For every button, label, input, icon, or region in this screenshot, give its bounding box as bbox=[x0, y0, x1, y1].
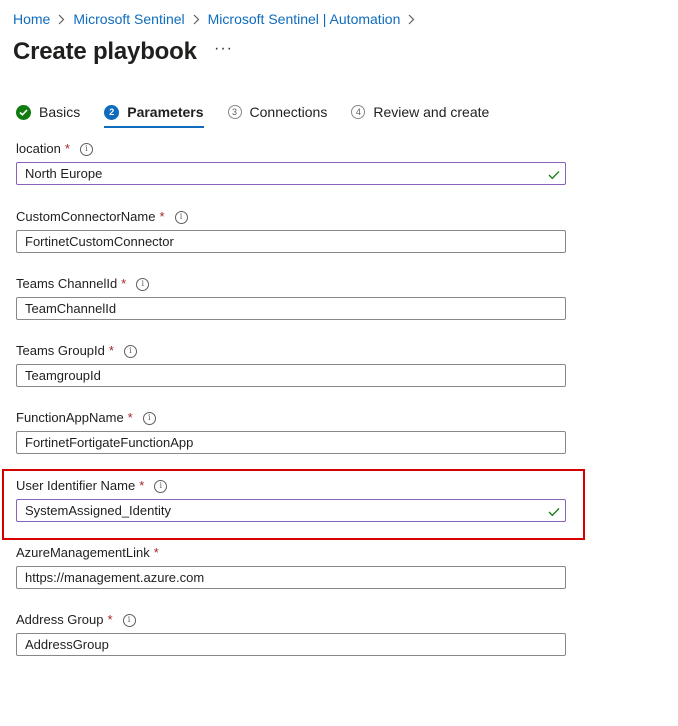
field-label-row: Teams GroupId * i bbox=[16, 343, 566, 359]
field-label-row: location * i bbox=[16, 141, 566, 157]
step-number-3: 3 bbox=[227, 105, 242, 119]
breadcrumb-sentinel-automation[interactable]: Microsoft Sentinel | Automation bbox=[208, 10, 401, 28]
field-label-row: User Identifier Name * i bbox=[16, 478, 566, 494]
field-label: Address Group bbox=[16, 612, 104, 627]
breadcrumb-home[interactable]: Home bbox=[13, 10, 50, 28]
address-group-field: Address Group * i AddressGroup bbox=[16, 612, 566, 656]
tab-connections[interactable]: 3 Connections bbox=[227, 101, 328, 123]
custom-connector-name-input[interactable]: FortinetCustomConnector bbox=[16, 230, 566, 253]
azure-management-link-field: AzureManagementLink * https://management… bbox=[16, 545, 566, 589]
tab-parameters[interactable]: 2 Parameters bbox=[104, 101, 204, 128]
location-input[interactable]: North Europe bbox=[16, 162, 566, 185]
required-asterisk: * bbox=[64, 141, 70, 156]
tab-label: Review and create bbox=[373, 104, 490, 120]
function-app-name-field: FunctionAppName * i FortinetFortigateFun… bbox=[16, 410, 566, 454]
location-field: location * i North Europe bbox=[16, 141, 566, 185]
tab-label: Connections bbox=[249, 104, 328, 120]
field-label: Teams GroupId bbox=[16, 343, 105, 358]
required-asterisk: * bbox=[108, 343, 114, 358]
field-label-row: Address Group * i bbox=[16, 612, 566, 628]
user-identifier-name-input[interactable]: SystemAssigned_Identity bbox=[16, 499, 566, 522]
breadcrumb-microsoft-sentinel[interactable]: Microsoft Sentinel bbox=[73, 10, 184, 28]
breadcrumb: Home Microsoft Sentinel Microsoft Sentin… bbox=[13, 10, 423, 28]
address-group-input[interactable]: AddressGroup bbox=[16, 633, 566, 656]
function-app-name-input[interactable]: FortinetFortigateFunctionApp bbox=[16, 431, 566, 454]
chevron-right-icon bbox=[58, 14, 65, 25]
field-label-row: Teams ChannelId * i bbox=[16, 276, 566, 292]
more-options-button[interactable]: ··· bbox=[214, 40, 233, 58]
required-asterisk: * bbox=[127, 410, 133, 425]
field-label-row: CustomConnectorName * i bbox=[16, 209, 566, 225]
checkmark-icon bbox=[548, 167, 560, 185]
tab-basics[interactable]: Basics bbox=[16, 101, 80, 123]
azure-management-link-input[interactable]: https://management.azure.com bbox=[16, 566, 566, 589]
info-icon[interactable]: i bbox=[136, 277, 150, 291]
field-label: Teams ChannelId bbox=[16, 276, 118, 291]
tab-label: Basics bbox=[39, 104, 81, 120]
info-icon[interactable]: i bbox=[122, 613, 136, 627]
info-icon[interactable]: i bbox=[174, 210, 188, 224]
teams-channel-id-input[interactable]: TeamChannelId bbox=[16, 297, 566, 320]
chevron-right-icon bbox=[408, 14, 415, 25]
info-icon[interactable]: i bbox=[79, 142, 93, 156]
info-icon[interactable]: i bbox=[142, 411, 156, 425]
teams-group-id-input[interactable]: TeamgroupId bbox=[16, 364, 566, 387]
field-label: AzureManagementLink bbox=[16, 545, 150, 560]
field-label: CustomConnectorName bbox=[16, 209, 156, 224]
teams-group-id-field: Teams GroupId * i TeamgroupId bbox=[16, 343, 566, 387]
custom-connector-name-field: CustomConnectorName * i FortinetCustomCo… bbox=[16, 209, 566, 253]
page-title: Create playbook bbox=[13, 38, 197, 65]
field-label-row: FunctionAppName * i bbox=[16, 410, 566, 426]
tab-review-and-create[interactable]: 4 Review and create bbox=[351, 101, 489, 123]
wizard-tabs: Basics 2 Parameters 3 Connections 4 Revi… bbox=[16, 101, 489, 128]
teams-channel-id-field: Teams ChannelId * i TeamChannelId bbox=[16, 276, 566, 320]
step-number-4: 4 bbox=[351, 105, 366, 119]
chevron-right-icon bbox=[193, 14, 200, 25]
user-identifier-name-field: User Identifier Name * i SystemAssigned_… bbox=[16, 478, 566, 522]
info-icon[interactable]: i bbox=[123, 344, 137, 358]
active-tab-indicator bbox=[104, 126, 204, 128]
required-asterisk: * bbox=[153, 545, 159, 560]
required-asterisk: * bbox=[159, 209, 165, 224]
info-icon[interactable]: i bbox=[154, 479, 168, 493]
field-label: FunctionAppName bbox=[16, 410, 124, 425]
checkmark-circle-icon bbox=[16, 104, 31, 120]
field-label: User Identifier Name bbox=[16, 478, 136, 493]
required-asterisk: * bbox=[121, 276, 127, 291]
field-label: location bbox=[16, 141, 61, 156]
checkmark-icon bbox=[548, 504, 560, 522]
tab-label: Parameters bbox=[127, 104, 204, 120]
step-number-2: 2 bbox=[104, 104, 120, 120]
required-asterisk: * bbox=[139, 478, 145, 493]
required-asterisk: * bbox=[107, 612, 113, 627]
field-label-row: AzureManagementLink * bbox=[16, 545, 566, 561]
